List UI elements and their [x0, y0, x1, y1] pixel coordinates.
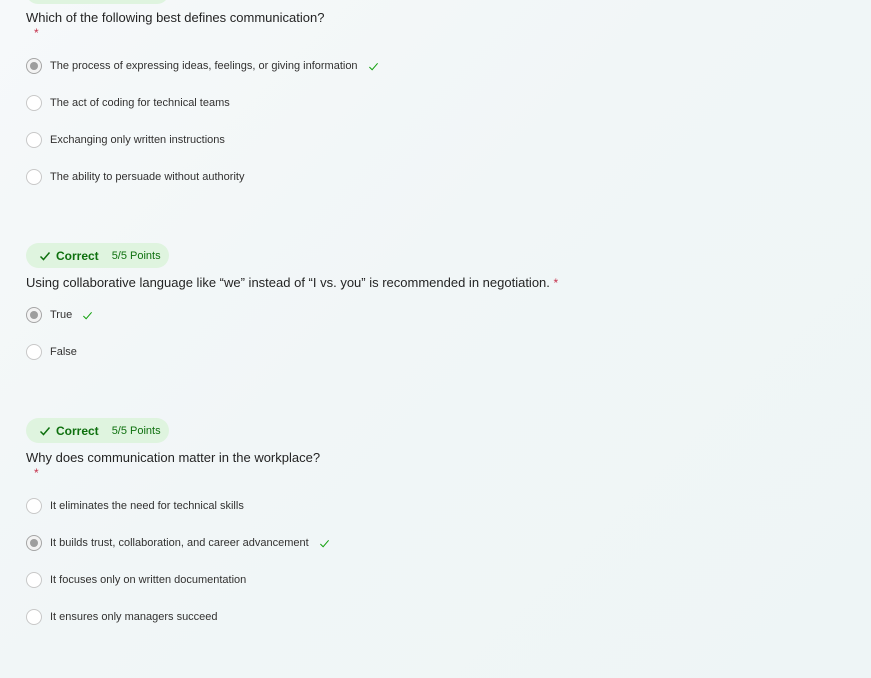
option-label: It eliminates the need for technical ski… [50, 500, 244, 512]
result-status: Correct [56, 423, 99, 438]
option-row[interactable]: The ability to persuade without authorit… [26, 167, 244, 187]
option-label: It focuses only on written documentation [50, 574, 247, 586]
result-status: Correct [56, 248, 99, 263]
question-title: Why does communication matter in the wor… [26, 450, 321, 465]
option-row[interactable]: True [26, 305, 93, 325]
option-label: False [50, 346, 77, 358]
radio-button[interactable] [26, 132, 42, 148]
result-badge: Correct 5/5 Points [26, 243, 169, 268]
radio-button[interactable] [26, 344, 42, 360]
option-row[interactable]: It ensures only managers succeed [26, 607, 218, 627]
option-label: Exchanging only written instructions [50, 134, 225, 146]
radio-button[interactable] [26, 498, 42, 514]
question-text: Using collaborative language like “we” i… [26, 275, 550, 290]
option-row[interactable]: It builds trust, collaboration, and care… [26, 533, 330, 553]
radio-button[interactable] [26, 95, 42, 111]
correct-checkmark-icon [368, 62, 378, 70]
previous-badge-edge [26, 0, 169, 4]
required-mark: * [34, 26, 39, 40]
radio-button[interactable] [26, 572, 42, 588]
correct-checkmark-icon [319, 539, 329, 547]
result-points: 5/5 Points [111, 249, 161, 262]
option-label: It builds trust, collaboration, and care… [50, 537, 309, 549]
option-row[interactable]: Exchanging only written instructions [26, 130, 225, 150]
option-row[interactable]: It focuses only on written documentation [26, 570, 246, 590]
radio-button[interactable] [26, 535, 42, 551]
required-mark: * [34, 466, 39, 480]
option-label: True [50, 309, 73, 321]
result-points: 5/5 Points [111, 424, 161, 437]
correct-checkmark-icon [83, 311, 93, 319]
option-label: The act of coding for technical teams [50, 97, 230, 109]
option-label: It ensures only managers succeed [50, 611, 218, 623]
option-row[interactable]: It eliminates the need for technical ski… [26, 496, 244, 516]
option-row[interactable]: The process of expressing ideas, feeling… [26, 56, 379, 76]
radio-button[interactable] [26, 58, 42, 74]
required-mark: * [553, 276, 559, 290]
checkmark-icon [39, 426, 51, 436]
option-label: The ability to persuade without authorit… [50, 171, 245, 183]
option-row[interactable]: The act of coding for technical teams [26, 93, 230, 113]
radio-button[interactable] [26, 609, 42, 625]
question-title: Which of the following best defines comm… [26, 10, 325, 25]
radio-button[interactable] [26, 307, 42, 323]
result-badge: Correct 5/5 Points [26, 418, 169, 443]
question-title: Using collaborative language like “we” i… [26, 275, 558, 290]
radio-button[interactable] [26, 169, 42, 185]
checkmark-icon [39, 251, 51, 261]
option-label: The process of expressing ideas, feeling… [50, 60, 358, 72]
option-row[interactable]: False [26, 342, 77, 362]
